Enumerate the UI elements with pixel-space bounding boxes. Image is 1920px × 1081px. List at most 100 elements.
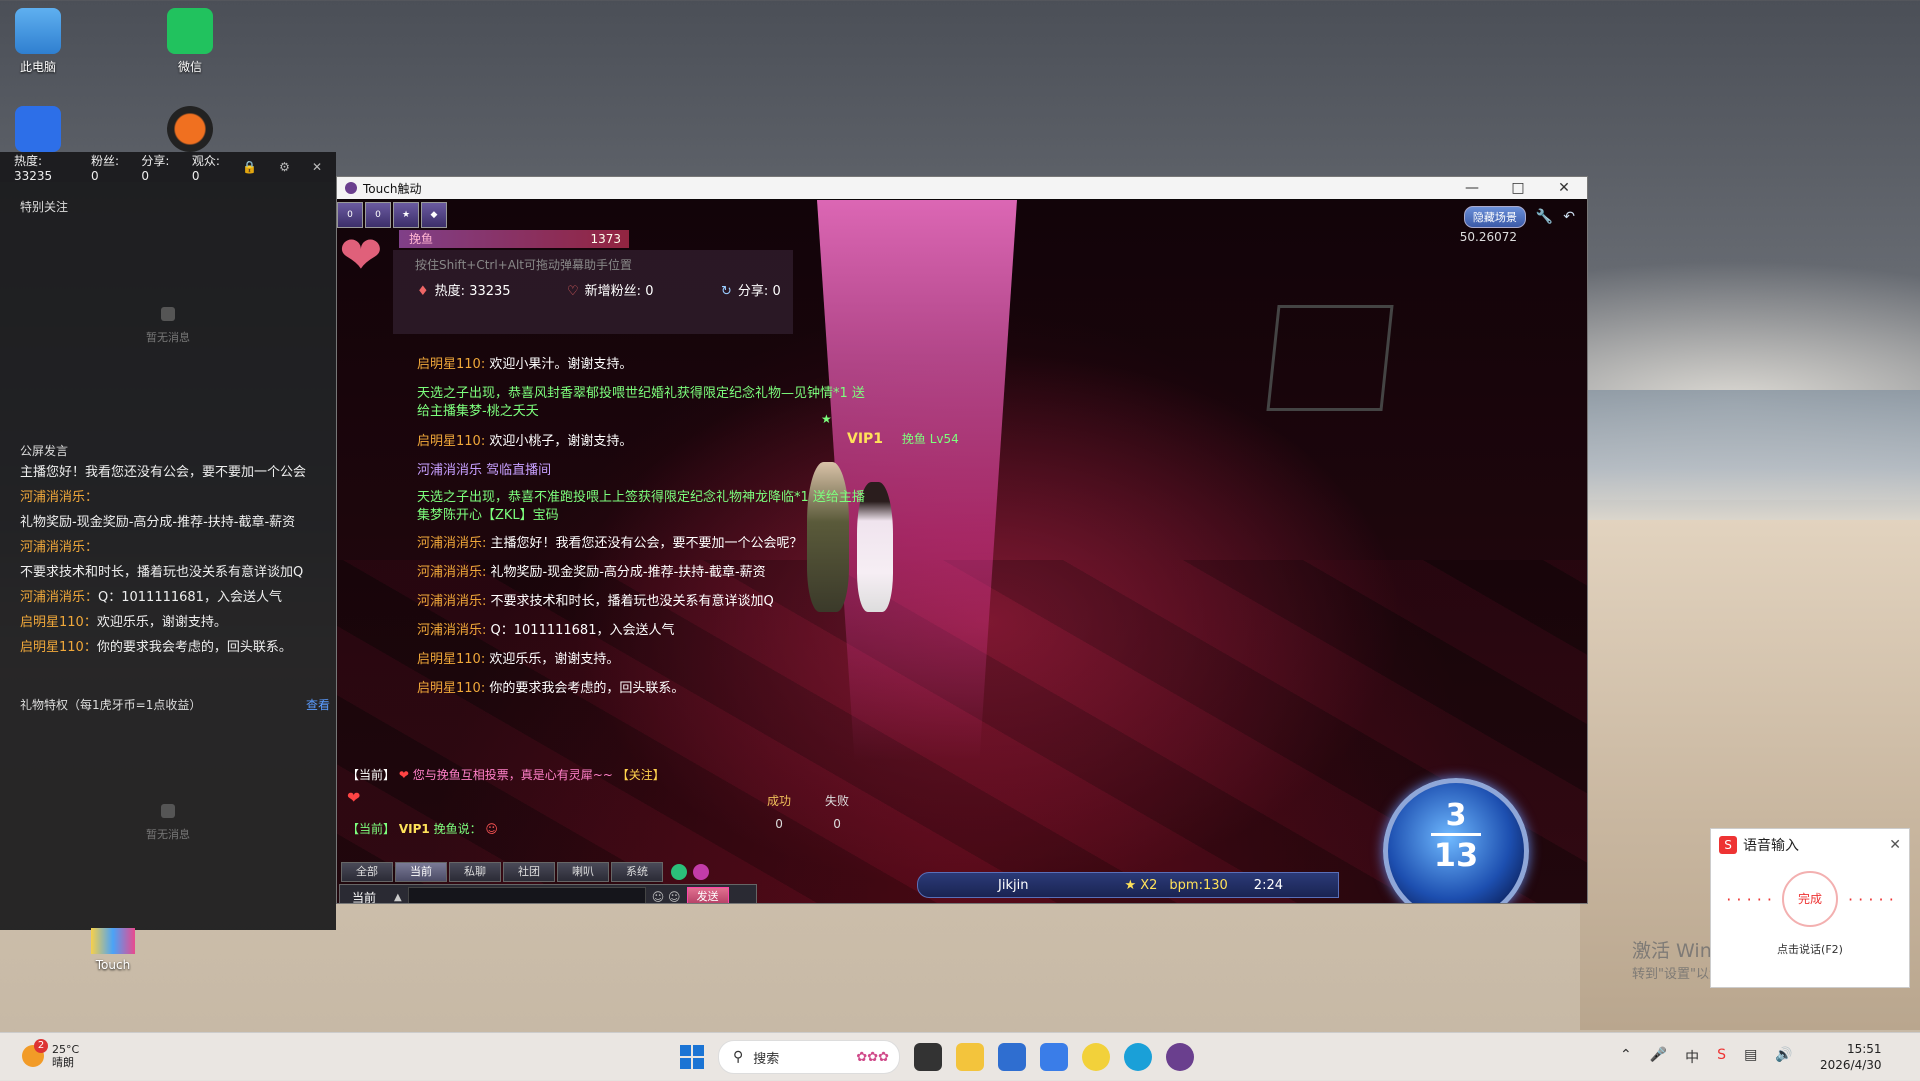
tab-all[interactable]: 全部 xyxy=(341,862,393,882)
hud-top-right: 隐藏场景 🔧 ↶ xyxy=(1463,206,1575,228)
tab-club[interactable]: 社团 xyxy=(503,862,555,882)
taskbar-search[interactable]: ⚲ 搜索 ✿✿✿ xyxy=(718,1040,900,1074)
chat-line: 启明星110: 欢迎小桃子，谢谢支持。 xyxy=(417,434,633,449)
system-tray: ⌃ 🎤 中 S ▤ 🔊 xyxy=(1620,1047,1793,1067)
search-icon: ⚲ xyxy=(733,1049,744,1065)
stat-heat: 热度: 33235 xyxy=(14,153,53,183)
taskbar: 2 25°C 晴朗 ⚲ 搜索 ✿✿✿ ⌃ 🎤 中 S ▤ 🔊 15:51 2026… xyxy=(0,1032,1920,1081)
emoji-icon: ☺ xyxy=(485,822,498,836)
weather-widget[interactable]: 2 25°C 晴朗 xyxy=(22,1039,79,1069)
store-icon[interactable] xyxy=(998,1043,1026,1071)
chat-line: 河浦消消乐: 主播您好！我看您还没有公会，要不要加一个公会呢？ xyxy=(417,536,803,551)
hud-slot-icon[interactable]: 0 xyxy=(337,202,363,228)
current-channel-message: 【当前】 VIP1 挽鱼说： ☺ xyxy=(347,822,498,836)
chat-system-line: 天选之子出现，恭喜风封香翠郁投喂世纪婚礼获得限定纪念礼物—见钟情*1 送给主播集… xyxy=(417,386,865,419)
gift-empty: 暂无消息 xyxy=(0,804,336,842)
song-title: Jikjin xyxy=(998,877,1029,893)
app-m-icon[interactable] xyxy=(1040,1043,1068,1071)
monitor-icon xyxy=(15,8,61,54)
channel-select[interactable]: 当前 xyxy=(352,889,376,904)
tab-current[interactable]: 当前 xyxy=(395,862,447,882)
current-channel-message: 【当前】 ❤ 您与挽鱼互相投票，真是心有灵犀~~ 【关注】 xyxy=(347,768,665,782)
chat-line: 启明星110: 欢迎小果汁。谢谢支持。 xyxy=(417,357,633,372)
start-button[interactable] xyxy=(680,1045,704,1069)
streamer-stats-bar: 热度: 33235 粉丝: 0 分享: 0 观众: 0 🔒 ⚙ ✕ xyxy=(0,152,336,183)
settings-icon[interactable]: ⚙ xyxy=(279,160,290,174)
touch-taskbar-icon[interactable] xyxy=(1166,1043,1194,1071)
wrench-icon[interactable]: 🔧 xyxy=(1536,209,1553,225)
heart-icon: ❤ xyxy=(339,226,383,286)
close-icon[interactable]: ✕ xyxy=(312,160,322,174)
list-item: 启明星110：你的要求我会考虑的，回头联系。 xyxy=(20,640,292,655)
desktop-icon-touch[interactable]: Touch xyxy=(82,928,144,972)
star-icon[interactable]: ★ xyxy=(393,202,419,228)
game-scene[interactable]: ★ VIP1 挽鱼 Lv54 0 0 ★ ◆ ❤ 挽鱼 1373 按住Shift… xyxy=(337,200,1587,903)
minimize-button[interactable]: — xyxy=(1449,180,1495,196)
network-icon[interactable]: ▤ xyxy=(1744,1047,1757,1067)
maximize-button[interactable]: □ xyxy=(1495,180,1541,196)
desktop-icon-app-orange[interactable] xyxy=(150,106,230,156)
sogou-icon: S xyxy=(1719,836,1737,854)
tab-speaker[interactable]: 喇叭 xyxy=(557,862,609,882)
chevron-up-icon[interactable]: ▲ xyxy=(394,892,402,903)
chat-green-icon[interactable] xyxy=(671,864,687,880)
multiplier: ★ X2 xyxy=(1124,877,1158,893)
microphone-icon[interactable]: 🎤 xyxy=(1650,1047,1667,1067)
follow-link[interactable]: 【关注】 xyxy=(617,768,665,782)
hearts-icon: ❤ xyxy=(398,768,409,782)
bpm: bpm:130 xyxy=(1169,877,1228,893)
chat-purple-icon[interactable] xyxy=(693,864,709,880)
desktop-icon-wechat[interactable]: 微信 xyxy=(150,8,230,75)
chevron-up-icon[interactable]: ⌃ xyxy=(1620,1047,1632,1067)
special-follow-empty: 暂无消息 xyxy=(0,307,336,345)
heat-stat: ♦ 热度: 33235 xyxy=(417,284,511,299)
game-chat-log: 启明星110: 欢迎小果汁。谢谢支持。 天选之子出现，恭喜风封香翠郁投喂世纪婚礼… xyxy=(417,350,877,703)
tab-system[interactable]: 系统 xyxy=(611,862,663,882)
special-follow-title: 特别关注 xyxy=(20,200,69,214)
chat-system-line: 天选之子出现，恭喜不准跑投喂上上签获得限定纪念礼物神龙降临*1 送给主播集梦陈开… xyxy=(417,490,865,523)
gift-privilege-link[interactable]: 查看 xyxy=(306,696,330,713)
hide-scene-button[interactable]: 隐藏场景 xyxy=(1463,206,1526,228)
list-item: 礼物奖励-现金奖励-高分成-推荐-扶持-截章-薪资 xyxy=(20,515,296,530)
chat-line: 河浦消消乐: Q：1011111681，入会送人气 xyxy=(417,623,675,638)
stage-frame-prop xyxy=(1266,305,1394,411)
media-icon[interactable] xyxy=(1082,1043,1110,1071)
tab-private[interactable]: 私聊 xyxy=(449,862,501,882)
sogou-icon[interactable]: S xyxy=(1717,1047,1726,1067)
emoji-picker-icon[interactable]: ☺ ☺ xyxy=(652,890,681,903)
stat-fans: 粉丝: 0 xyxy=(91,153,120,183)
hud-slot-icon[interactable]: ◆ xyxy=(421,202,447,228)
chat-line: 河浦消消乐: 不要求技术和时长，播着玩也没关系有意详谈加Q xyxy=(417,594,774,609)
game-window-titlebar: Touch触动 — □ ✕ xyxy=(337,177,1587,199)
close-icon[interactable]: ✕ xyxy=(1889,837,1901,853)
desktop-icon-app-blue[interactable] xyxy=(0,106,78,156)
wechat-icon xyxy=(167,8,213,54)
task-view-icon[interactable] xyxy=(914,1043,942,1071)
window-close-button[interactable]: ✕ xyxy=(1541,180,1587,196)
edge-icon[interactable] xyxy=(1124,1043,1152,1071)
done-button[interactable]: 完成 xyxy=(1782,871,1838,927)
gift-privilege-label: 礼物特权（每1虎牙币=1点收益） xyxy=(20,698,202,712)
game-window: Touch触动 — □ ✕ ★ VIP1 挽鱼 Lv54 0 0 ★ ◆ ❤ 挽… xyxy=(336,176,1588,904)
chat-line: 启明星110: 欢迎乐乐，谢谢支持。 xyxy=(417,652,620,667)
gift-privilege-row: 礼物特权（每1虎牙币=1点收益） 查看 xyxy=(20,696,330,713)
list-item: 启明星110：欢迎乐乐，谢谢支持。 xyxy=(20,615,227,630)
list-item: 主播您好！我看您还没有公会，要不要加一个公会 xyxy=(20,465,307,480)
hud-icon-row: 0 0 ★ ◆ xyxy=(337,202,447,228)
ime-icon[interactable]: 中 xyxy=(1685,1047,1699,1067)
heart-small-icon: ♡ xyxy=(567,284,579,299)
voice-input-title: 语音输入 xyxy=(1743,838,1799,854)
back-arrow-icon[interactable]: ↶ xyxy=(1563,209,1575,225)
hud-slot-icon[interactable]: 0 xyxy=(365,202,391,228)
send-button[interactable]: 发送 xyxy=(686,887,729,903)
desktop-wallpaper-sea xyxy=(1580,390,1920,520)
lock-icon[interactable]: 🔒 xyxy=(242,160,257,174)
volume-icon[interactable]: 🔊 xyxy=(1775,1047,1792,1067)
file-explorer-icon[interactable] xyxy=(956,1043,984,1071)
chat-input[interactable] xyxy=(407,887,646,903)
weather-icon: 2 xyxy=(22,1039,48,1067)
new-fans-stat: ♡ 新增粉丝: 0 xyxy=(567,284,654,299)
desktop-icon-this-pc[interactable]: 此电脑 xyxy=(0,8,78,75)
voice-input-popup: S 语音输入 ✕ · · · · · 完成 · · · · · 点击说话(F2) xyxy=(1710,828,1910,988)
clock[interactable]: 15:51 2026/4/30 xyxy=(1820,1041,1882,1073)
